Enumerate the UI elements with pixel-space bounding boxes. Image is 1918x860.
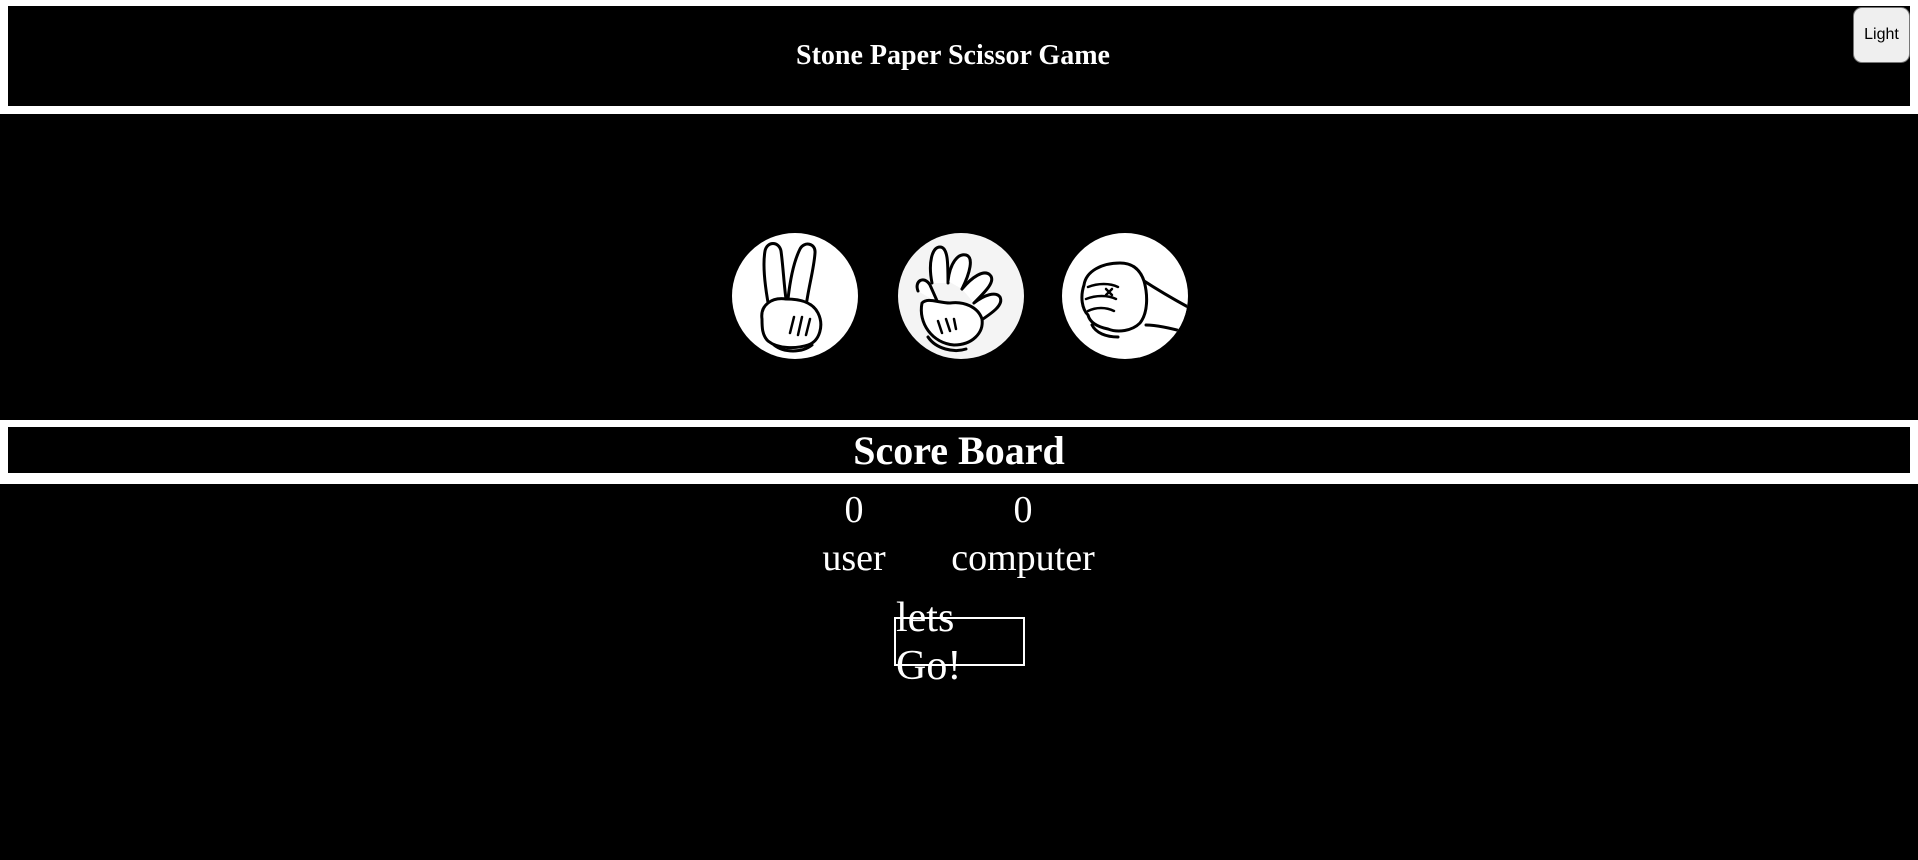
scissor-choice[interactable] — [732, 233, 858, 359]
score-panel: 0 user 0 computer — [0, 486, 1918, 586]
header: Stone Paper Scissor Game Light — [0, 0, 1918, 114]
scoreboard-bar: Score Board — [8, 427, 1910, 473]
scoreboard-title: Score Board — [853, 427, 1065, 473]
paper-hand-icon — [915, 245, 1003, 352]
computer-score-value: 0 — [1013, 489, 1033, 531]
theme-toggle-button[interactable]: Light — [1853, 7, 1910, 63]
paper-choice[interactable] — [898, 233, 1024, 359]
user-score-block: 0 user — [804, 486, 904, 582]
page-title: Stone Paper Scissor Game — [796, 40, 1110, 71]
stone-fist-icon — [1080, 261, 1188, 339]
scoreboard-header: Score Board — [0, 420, 1918, 484]
computer-score-block: 0 computer — [940, 486, 1106, 582]
choice-area — [0, 114, 1918, 420]
computer-score-label: computer — [951, 537, 1095, 579]
header-bar: Stone Paper Scissor Game — [8, 6, 1910, 106]
scissor-hand-icon — [760, 242, 823, 353]
play-button[interactable]: lets Go! — [894, 595, 1025, 689]
user-score-value: 0 — [844, 489, 864, 531]
stone-choice[interactable] — [1062, 233, 1188, 359]
game-page: Stone Paper Scissor Game Light Score Boa… — [0, 0, 1918, 860]
user-score-label: user — [822, 537, 886, 579]
